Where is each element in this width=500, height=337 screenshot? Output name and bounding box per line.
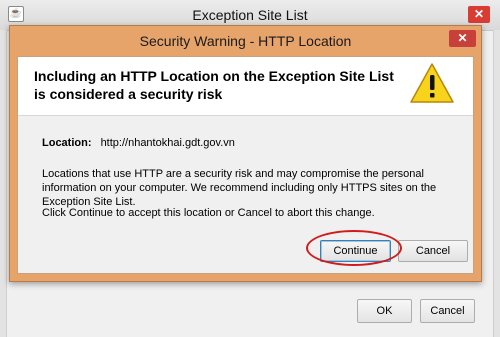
window-right-panel-edge bbox=[493, 30, 500, 337]
dialog-title: Security Warning - HTTP Location bbox=[139, 33, 352, 49]
window-title: Exception Site List bbox=[192, 7, 308, 23]
cancel-button[interactable]: Cancel bbox=[398, 240, 468, 262]
dialog-header: Including an HTTP Location on the Except… bbox=[18, 57, 473, 116]
window-close-icon[interactable]: ✕ bbox=[468, 6, 490, 23]
ok-button[interactable]: OK bbox=[357, 299, 412, 323]
dialog-titlebar[interactable]: Security Warning - HTTP Location ✕ bbox=[10, 26, 481, 56]
risk-message: Locations that use HTTP are a security r… bbox=[42, 168, 437, 208]
warning-triangle-icon bbox=[410, 63, 454, 103]
continue-button[interactable]: Continue bbox=[320, 240, 391, 262]
dialog-close-icon[interactable]: ✕ bbox=[449, 30, 476, 47]
dialog-body: Including an HTTP Location on the Except… bbox=[17, 56, 474, 274]
location-value: http://nhantokhai.gdt.gov.vn bbox=[100, 137, 235, 149]
instruction-text: Click Continue to accept this location o… bbox=[42, 207, 375, 219]
security-warning-dialog: Security Warning - HTTP Location ✕ Inclu… bbox=[9, 25, 482, 282]
location-row: Location: http://nhantokhai.gdt.gov.vn bbox=[42, 137, 235, 149]
window-left-panel-edge bbox=[0, 30, 7, 337]
window-cancel-button[interactable]: Cancel bbox=[420, 299, 475, 323]
warning-headline: Including an HTTP Location on the Except… bbox=[34, 68, 394, 102]
location-label: Location: bbox=[42, 137, 92, 149]
